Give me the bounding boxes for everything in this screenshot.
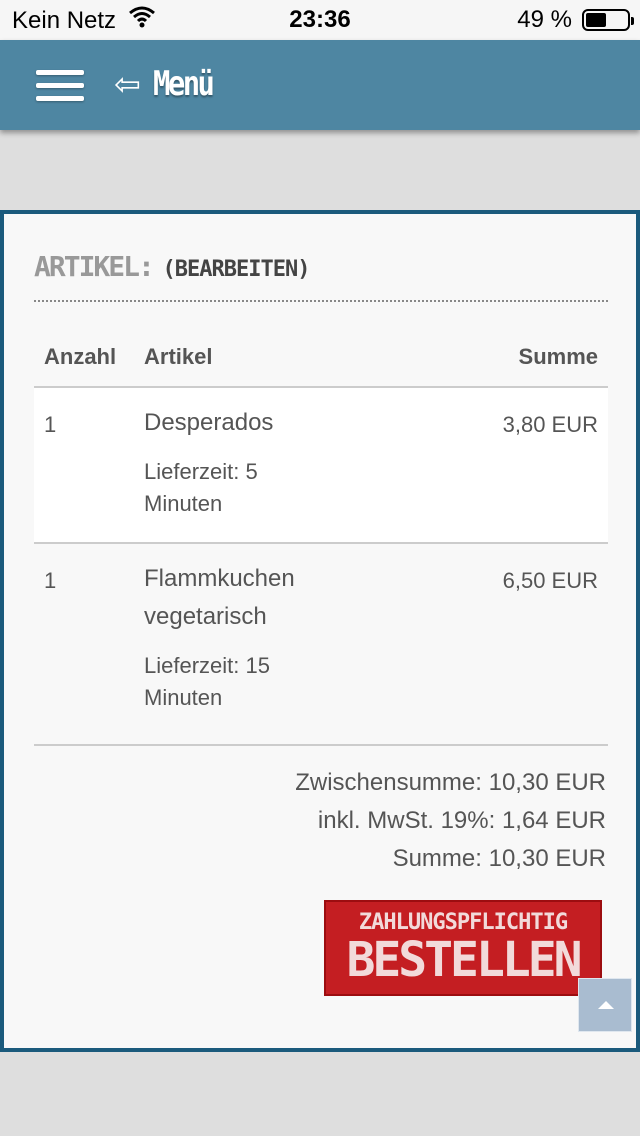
scroll-to-top-button[interactable] bbox=[578, 978, 632, 1032]
col-header-item: Artikel bbox=[134, 334, 440, 388]
col-header-sum: Summe bbox=[439, 334, 608, 388]
item-name: Desperados bbox=[144, 409, 274, 436]
status-bar: Kein Netz 23:36 49 % bbox=[0, 0, 640, 40]
item-delivery-time: Lieferzeit: 5 Minuten bbox=[144, 459, 258, 516]
top-nav-bar: ⇦ Menü bbox=[0, 40, 640, 130]
hamburger-menu-icon[interactable] bbox=[36, 70, 84, 104]
vat: inkl. MwSt. 19%: 1,64 EUR bbox=[317, 807, 606, 834]
cart-title: ARTIKEL: bbox=[34, 250, 155, 283]
subtotal: Zwischensumme: 10,30 EUR bbox=[295, 769, 606, 796]
table-row: 1 Desperados Lieferzeit: 5 Minuten 3,80 … bbox=[34, 387, 608, 544]
back-arrow-icon: ⇦ bbox=[114, 65, 141, 103]
item-cell: Desperados Lieferzeit: 5 Minuten bbox=[134, 387, 440, 544]
totals-block: Zwischensumme: 10,30 EUR inkl. MwSt. 19%… bbox=[295, 764, 606, 878]
order-button-line2: BESTELLEN bbox=[346, 932, 582, 988]
cart-table: Anzahl Artikel Summe 1 Desperados Liefer… bbox=[34, 334, 608, 746]
battery-percent: 49 % bbox=[517, 6, 572, 33]
arrow-up-icon bbox=[598, 1001, 614, 1009]
place-order-button[interactable]: ZAHLUNGSPFLICHTIG BESTELLEN bbox=[324, 900, 602, 996]
item-sum: 3,80 EUR bbox=[439, 387, 608, 544]
battery-icon bbox=[582, 9, 634, 31]
cart-card: ARTIKEL: (BEARBEITEN) Anzahl Artikel Sum… bbox=[0, 210, 640, 1052]
back-to-menu-link[interactable]: ⇦ Menü bbox=[114, 64, 223, 104]
item-cell: Flammkuchen vegetarisch Lieferzeit: 15 M… bbox=[134, 543, 440, 746]
edit-cart-link[interactable]: (BEARBEITEN) bbox=[163, 257, 311, 282]
item-name: Flammkuchen vegetarisch bbox=[144, 565, 295, 630]
col-header-qty: Anzahl bbox=[34, 334, 134, 388]
item-qty: 1 bbox=[34, 387, 134, 544]
back-label: Menü bbox=[152, 64, 215, 104]
item-sum: 6,50 EUR bbox=[439, 543, 608, 746]
item-delivery-time: Lieferzeit: 15 Minuten bbox=[144, 653, 270, 710]
cart-header: ARTIKEL: (BEARBEITEN) bbox=[34, 250, 608, 302]
total: Summe: 10,30 EUR bbox=[392, 845, 606, 872]
table-row: 1 Flammkuchen vegetarisch Lieferzeit: 15… bbox=[34, 543, 608, 746]
item-qty: 1 bbox=[34, 543, 134, 746]
